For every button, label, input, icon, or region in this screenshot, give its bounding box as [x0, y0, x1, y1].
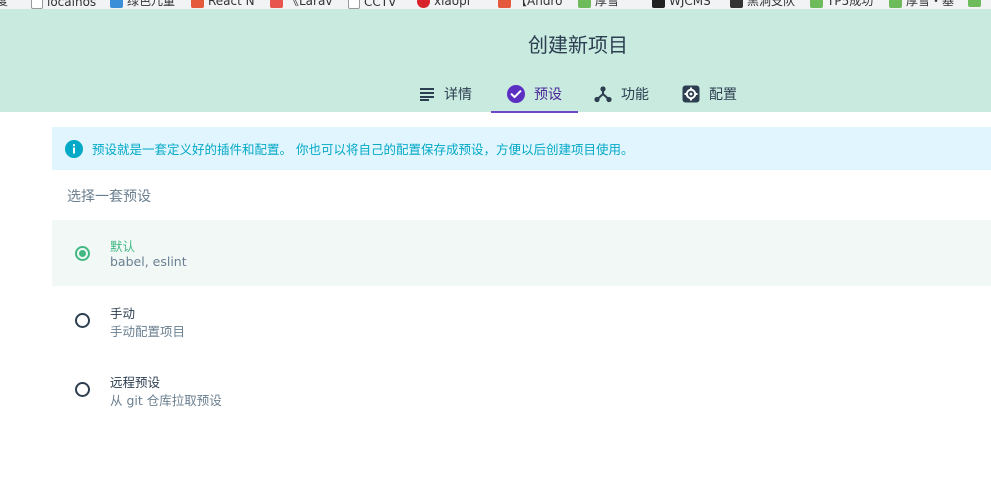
preset-item-default[interactable]: 默认 babel, eslint — [52, 220, 991, 286]
page-title: 创建新项目 — [528, 33, 628, 57]
bookmark-label: 厚雪 — [595, 0, 620, 8]
list-icon — [420, 87, 434, 101]
page-icon — [348, 0, 360, 9]
page-header: 创建新项目 详情 预设 功能 配置 — [0, 9, 991, 113]
site-icon — [578, 0, 591, 8]
site-icon — [191, 0, 204, 8]
bookmark-item[interactable]: xiaopi — [417, 0, 470, 8]
bookmark-label: 厚雪・基 — [906, 0, 955, 8]
bookmark-item[interactable]: WJCMS — [652, 0, 711, 8]
site-icon — [110, 0, 123, 8]
bookmark-item[interactable]: 绿色儿童 — [110, 0, 175, 8]
tab-details[interactable]: 详情 — [419, 75, 472, 112]
preset-item-remote[interactable]: 远程预设 从 git 仓库拉取预设 — [52, 356, 991, 422]
bookmark-item[interactable]: CCTV — [348, 0, 396, 9]
tab-features[interactable]: 功能 — [594, 75, 649, 112]
site-icon — [270, 0, 283, 8]
preset-name: 手动 — [110, 306, 136, 321]
settings-icon — [682, 85, 700, 102]
tab-label: 配置 — [709, 86, 737, 103]
bookmark-item[interactable]: 【Andro — [498, 0, 562, 8]
site-icon — [889, 0, 902, 8]
bookmark-label: TP5成功 — [827, 0, 874, 8]
site-icon — [417, 0, 430, 8]
bookmark-label: 《Larav — [287, 0, 333, 8]
info-icon — [65, 139, 83, 158]
page-icon — [31, 0, 43, 9]
bookmark-label: 黑洞支队 — [747, 0, 796, 8]
preset-name: 默认 — [110, 239, 136, 254]
preset-description: 从 git 仓库拉取预设 — [110, 393, 222, 408]
info-banner: 预设就是一套定义好的插件和配置。 你也可以将自己的配置保存成预设，方便以后创建项… — [52, 127, 991, 170]
site-icon — [730, 0, 743, 8]
preset-name: 远程预设 — [110, 375, 161, 390]
tab-presets[interactable]: 预设 — [491, 75, 578, 113]
tab-config[interactable]: 配置 — [682, 75, 737, 112]
bookmark-label: WJCMS — [669, 0, 711, 8]
bookmark-label: 度 — [0, 0, 8, 8]
bookmark-item[interactable]: 度 — [0, 0, 8, 8]
step-tabs: 详情 预设 功能 配置 — [0, 75, 991, 113]
bookmark-item[interactable]: 黑洞支队 — [730, 0, 795, 8]
bookmark-label: localhos — [47, 0, 97, 9]
bookmark-label: 绿色儿童 — [127, 0, 176, 8]
site-icon — [498, 0, 511, 8]
info-text: 预设就是一套定义好的插件和配置。 你也可以将自己的配置保存成预设，方便以后创建项… — [92, 142, 634, 157]
tab-label: 详情 — [444, 86, 472, 103]
bookmark-item[interactable]: localhos — [31, 0, 96, 9]
radio-button[interactable] — [75, 382, 90, 397]
bookmark-label: 【Andro — [515, 0, 563, 8]
preset-description: 手动配置项目 — [110, 324, 186, 339]
site-icon — [810, 0, 823, 8]
section-title: 选择一套预设 — [67, 189, 151, 205]
bookmark-item[interactable]: 《Larav — [270, 0, 332, 8]
bookmark-item[interactable]: 厚雪・基 — [889, 0, 954, 8]
site-icon — [968, 0, 981, 7]
bookmark-label: React N — [208, 0, 255, 8]
preset-item-manual[interactable]: 手动 手动配置项目 — [52, 287, 991, 353]
preset-description: babel, eslint — [110, 254, 187, 269]
tab-label: 预设 — [534, 86, 562, 103]
radio-button[interactable] — [75, 313, 90, 328]
site-icon — [652, 0, 665, 8]
fork-icon — [594, 85, 612, 102]
bookmark-item[interactable] — [968, 0, 985, 7]
tab-label: 功能 — [621, 86, 649, 103]
check-circle-icon — [507, 84, 525, 103]
bookmark-item[interactable]: 厚雪 — [578, 0, 619, 8]
bookmark-label: CCTV — [364, 0, 397, 9]
bookmark-label: xiaopi — [434, 0, 471, 8]
radio-button[interactable] — [75, 246, 90, 261]
bookmark-item[interactable]: TP5成功 — [810, 0, 873, 8]
bookmark-item[interactable]: React N — [191, 0, 255, 8]
